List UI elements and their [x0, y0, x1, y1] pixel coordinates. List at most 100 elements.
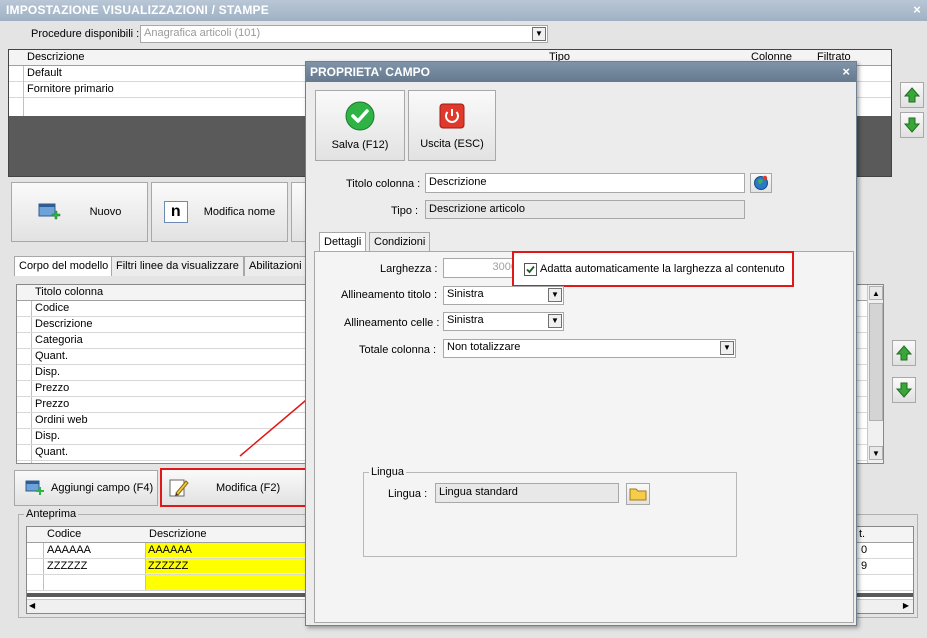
title-align-value: Sinistra	[447, 288, 484, 300]
procedure-select-value: Anagrafica articoli (101)	[144, 27, 261, 39]
language-label: Lingua :	[388, 488, 428, 500]
dialog-close-icon[interactable]: ×	[842, 64, 850, 79]
chevron-down-icon[interactable]: ▼	[548, 314, 562, 328]
scroll-right-icon[interactable]: ▶	[903, 601, 909, 610]
preview-cell-desc-empty	[146, 575, 306, 590]
details-panel	[314, 251, 854, 623]
preview-cell-tail: 0	[861, 544, 868, 556]
models-row-label: Fornitore primario	[27, 83, 114, 95]
preview-cell-code: ZZZZZZ	[47, 560, 88, 572]
cell-align-label: Allineamento celle :	[344, 317, 440, 329]
exit-label: Uscita (ESC)	[420, 137, 484, 150]
tab-filtri-linee[interactable]: Filtri linee da visualizzare	[111, 256, 244, 276]
column-title-cell: Quant.	[35, 350, 69, 362]
edit-field-button[interactable]: Modifica (F2)	[160, 468, 307, 507]
title-align-label: Allineamento titolo :	[341, 289, 437, 301]
translate-button[interactable]	[750, 173, 772, 193]
rename-model-label: Modifica nome	[203, 206, 276, 218]
check-icon	[345, 101, 375, 130]
add-window-icon	[38, 203, 60, 220]
total-label: Totale colonna :	[359, 344, 437, 356]
column-title-cell: Prezzo	[35, 382, 70, 394]
window-titlebar: IMPOSTAZIONE VISUALIZZAZIONI / STAMPE ×	[0, 0, 927, 21]
column-title-cell: Disp.	[35, 366, 61, 378]
new-model-label: Nuovo	[89, 206, 122, 218]
title-input[interactable]: Descrizione	[425, 173, 745, 193]
language-browse-button[interactable]	[626, 483, 650, 505]
preview-col-codice: Codice	[47, 528, 82, 540]
procedure-label: Procedure disponibili :	[31, 28, 140, 40]
autowidth-label[interactable]: Adatta automaticamente la larghezza al c…	[540, 263, 785, 275]
move-up-button[interactable]	[900, 82, 924, 108]
autowidth-checkbox[interactable]	[524, 263, 537, 276]
chevron-down-icon[interactable]: ▼	[532, 27, 546, 41]
total-value: Non totalizzare	[447, 341, 521, 353]
tab-abilitazioni[interactable]: Abilitazioni	[244, 256, 307, 276]
columns-scrollbar[interactable]: ▲ ▼	[867, 285, 883, 463]
arrow-down-icon	[895, 382, 913, 398]
add-window-icon	[25, 480, 44, 495]
preview-cell-desc: AAAAAA	[146, 543, 306, 557]
new-model-button[interactable]: Nuovo	[11, 182, 148, 242]
field-properties-dialog: PROPRIETA' CAMPO × Salva (F12) Uscita (E…	[305, 61, 857, 626]
save-label: Salva (F12)	[331, 138, 389, 151]
chevron-down-icon[interactable]: ▼	[720, 341, 734, 355]
dialog-titlebar: PROPRIETA' CAMPO ×	[306, 62, 856, 82]
title-align-select[interactable]: Sinistra ▼	[443, 286, 564, 305]
width-label: Larghezza :	[380, 263, 438, 275]
preview-col-descrizione: Descrizione	[149, 528, 207, 540]
edit-pencil-icon	[169, 479, 189, 496]
power-icon	[439, 103, 465, 128]
title-field-label: Titolo colonna :	[346, 178, 421, 190]
column-title-cell: Disp.	[35, 430, 61, 442]
rename-icon: n	[163, 201, 188, 223]
tab-dettagli[interactable]: Dettagli	[319, 232, 367, 252]
type-field-label: Tipo :	[391, 205, 419, 217]
column-up-button[interactable]	[892, 340, 916, 366]
model-extra-button[interactable]	[291, 182, 305, 242]
window-title: IMPOSTAZIONE VISUALIZZAZIONI / STAMPE	[6, 3, 269, 17]
column-title-cell: Descrizione	[35, 318, 93, 330]
models-row-label: Default	[27, 67, 62, 79]
preview-cell-tail: 9	[861, 560, 868, 572]
scroll-down-icon[interactable]: ▼	[869, 446, 883, 460]
models-col-descrizione: Descrizione	[27, 51, 85, 63]
edit-field-label: Modifica (F2)	[216, 481, 281, 494]
arrow-up-icon	[895, 345, 913, 361]
arrow-down-icon	[903, 117, 921, 133]
rename-model-button[interactable]: n Modifica nome	[151, 182, 288, 242]
columns-col-title: Titolo colonna	[35, 286, 104, 298]
add-field-label: Aggiungi campo (F4)	[51, 482, 154, 494]
save-button[interactable]: Salva (F12)	[315, 90, 405, 161]
checkmark-icon	[526, 265, 535, 274]
scroll-thumb[interactable]	[869, 303, 883, 421]
globe-icon	[754, 175, 768, 190]
procedure-select[interactable]: Anagrafica articoli (101) ▼	[140, 25, 548, 43]
language-value: Lingua standard	[435, 483, 619, 503]
total-select[interactable]: Non totalizzare ▼	[443, 339, 736, 358]
column-title-cell: Categoria	[35, 334, 83, 346]
scroll-up-icon[interactable]: ▲	[869, 286, 883, 300]
move-down-button[interactable]	[900, 112, 924, 138]
column-title-cell: Ordini web	[35, 414, 88, 426]
folder-icon	[629, 488, 647, 501]
column-down-button[interactable]	[892, 377, 916, 403]
tab-corpo-modello[interactable]: Corpo del modello	[14, 256, 114, 276]
language-group-label: Lingua	[369, 466, 407, 478]
add-field-button[interactable]: Aggiungi campo (F4)	[14, 470, 158, 506]
column-title-cell: Prezzo	[35, 398, 70, 410]
width-input[interactable]: 3000	[443, 258, 521, 278]
arrow-up-icon	[903, 87, 921, 103]
cell-align-value: Sinistra	[447, 314, 484, 326]
preview-cell-desc: ZZZZZZ	[146, 559, 306, 573]
window-close-icon[interactable]: ×	[913, 2, 921, 17]
preview-cell-code: AAAAAA	[47, 544, 92, 556]
tab-condizioni[interactable]: Condizioni	[369, 232, 431, 252]
scroll-left-icon[interactable]: ◀	[29, 601, 35, 610]
dialog-title: PROPRIETA' CAMPO	[310, 65, 430, 79]
cell-align-select[interactable]: Sinistra ▼	[443, 312, 564, 331]
column-title-cell: Codice	[35, 302, 70, 314]
chevron-down-icon[interactable]: ▼	[548, 288, 562, 302]
exit-button[interactable]: Uscita (ESC)	[408, 90, 496, 161]
type-value: Descrizione articolo	[425, 200, 745, 219]
